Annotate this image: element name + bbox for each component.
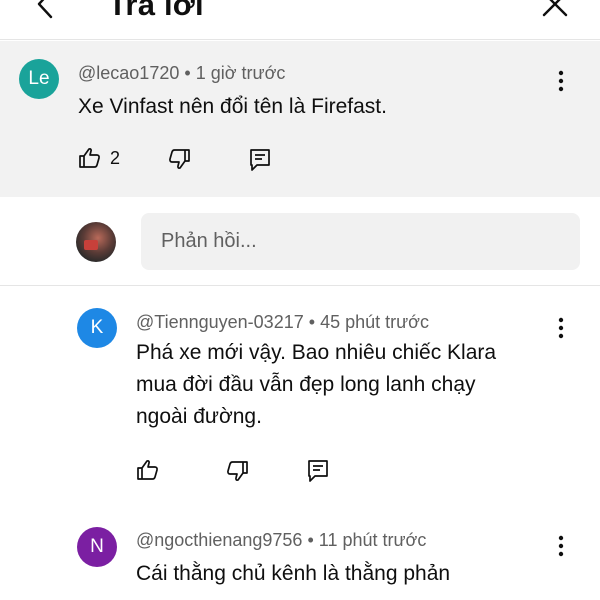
comment-time: 1 giờ trước (195, 63, 286, 83)
comment-text-line: ngoài đường. (136, 405, 262, 428)
comment-text: Cái thằng chủ kênh là thằng phản (136, 558, 450, 590)
comment-author[interactable]: @Tiennguyen-03217 (136, 312, 304, 332)
dislike-button[interactable] (167, 147, 191, 171)
avatar[interactable]: Le (19, 59, 59, 99)
like-button[interactable]: 2 (78, 146, 120, 170)
comment-time: 45 phút trước (320, 312, 429, 332)
avatar[interactable] (76, 222, 116, 262)
reply-button[interactable] (306, 458, 330, 484)
avatar-initials: K (90, 317, 104, 338)
close-icon (542, 0, 568, 17)
avatar-initials: Le (28, 68, 50, 89)
avatar[interactable]: N (77, 527, 117, 567)
comment-text-line: mua đời đầu vẫn đẹp long lanh chạy (136, 373, 476, 396)
more-options-button[interactable] (549, 531, 573, 561)
thumbs-down-icon (227, 461, 248, 481)
avatar[interactable]: K (77, 308, 117, 348)
comment-author[interactable]: @lecao1720 (78, 63, 179, 83)
reply-comment: K @Tiennguyen-03217 • 45 phút trước Phá … (0, 292, 600, 502)
more-options-button[interactable] (549, 313, 573, 343)
comment-time: 11 phút trước (318, 530, 427, 550)
thumbs-up-icon (79, 148, 100, 168)
comment-meta: @ngocthienang9756 • 11 phút trước (136, 530, 426, 551)
comment-text: Phá xe mới vậy. Bao nhiêu chiếc Klara mu… (136, 337, 496, 433)
more-options-button[interactable] (549, 66, 573, 96)
more-vert-icon (558, 535, 564, 557)
like-count: 2 (110, 147, 121, 168)
comment-text-line: Phá xe mới vậy. Bao nhiêu chiếc Klara (136, 341, 497, 364)
meta-separator: • (307, 530, 314, 550)
parent-comment: Le @lecao1720 • 1 giờ trước Xe Vinfast n… (0, 41, 600, 197)
reply-input[interactable] (141, 213, 580, 270)
comment-meta: @Tiennguyen-03217 • 45 phút trước (136, 312, 429, 333)
thumbs-up-icon (137, 460, 158, 480)
more-vert-icon (558, 70, 564, 92)
page-title: Trả lời (108, 0, 204, 22)
comment-author[interactable]: @ngocthienang9756 (136, 530, 302, 550)
dislike-button[interactable] (225, 459, 249, 483)
reply-composer (0, 198, 600, 286)
chevron-left-icon (37, 0, 53, 19)
comment-meta: @lecao1720 • 1 giờ trước (78, 63, 285, 84)
like-button[interactable] (136, 458, 160, 482)
reply-panel-header: Trả lời (0, 0, 600, 40)
thumbs-down-icon (169, 149, 190, 169)
comment-icon (308, 460, 328, 482)
meta-separator: • (308, 312, 316, 332)
meta-separator: • (184, 63, 191, 83)
reply-button[interactable] (248, 147, 272, 173)
close-button[interactable] (540, 0, 570, 22)
more-vert-icon (558, 317, 564, 339)
reply-comment: N @ngocthienang9756 • 11 phút trước Cái … (0, 510, 600, 600)
comment-icon (250, 149, 270, 171)
comment-text: Xe Vinfast nên đổi tên là Firefast. (78, 95, 387, 118)
avatar-initials: N (90, 536, 104, 557)
back-button[interactable] (30, 0, 60, 24)
comment-text-line: Cái thằng chủ kênh là thằng phản (136, 562, 451, 585)
